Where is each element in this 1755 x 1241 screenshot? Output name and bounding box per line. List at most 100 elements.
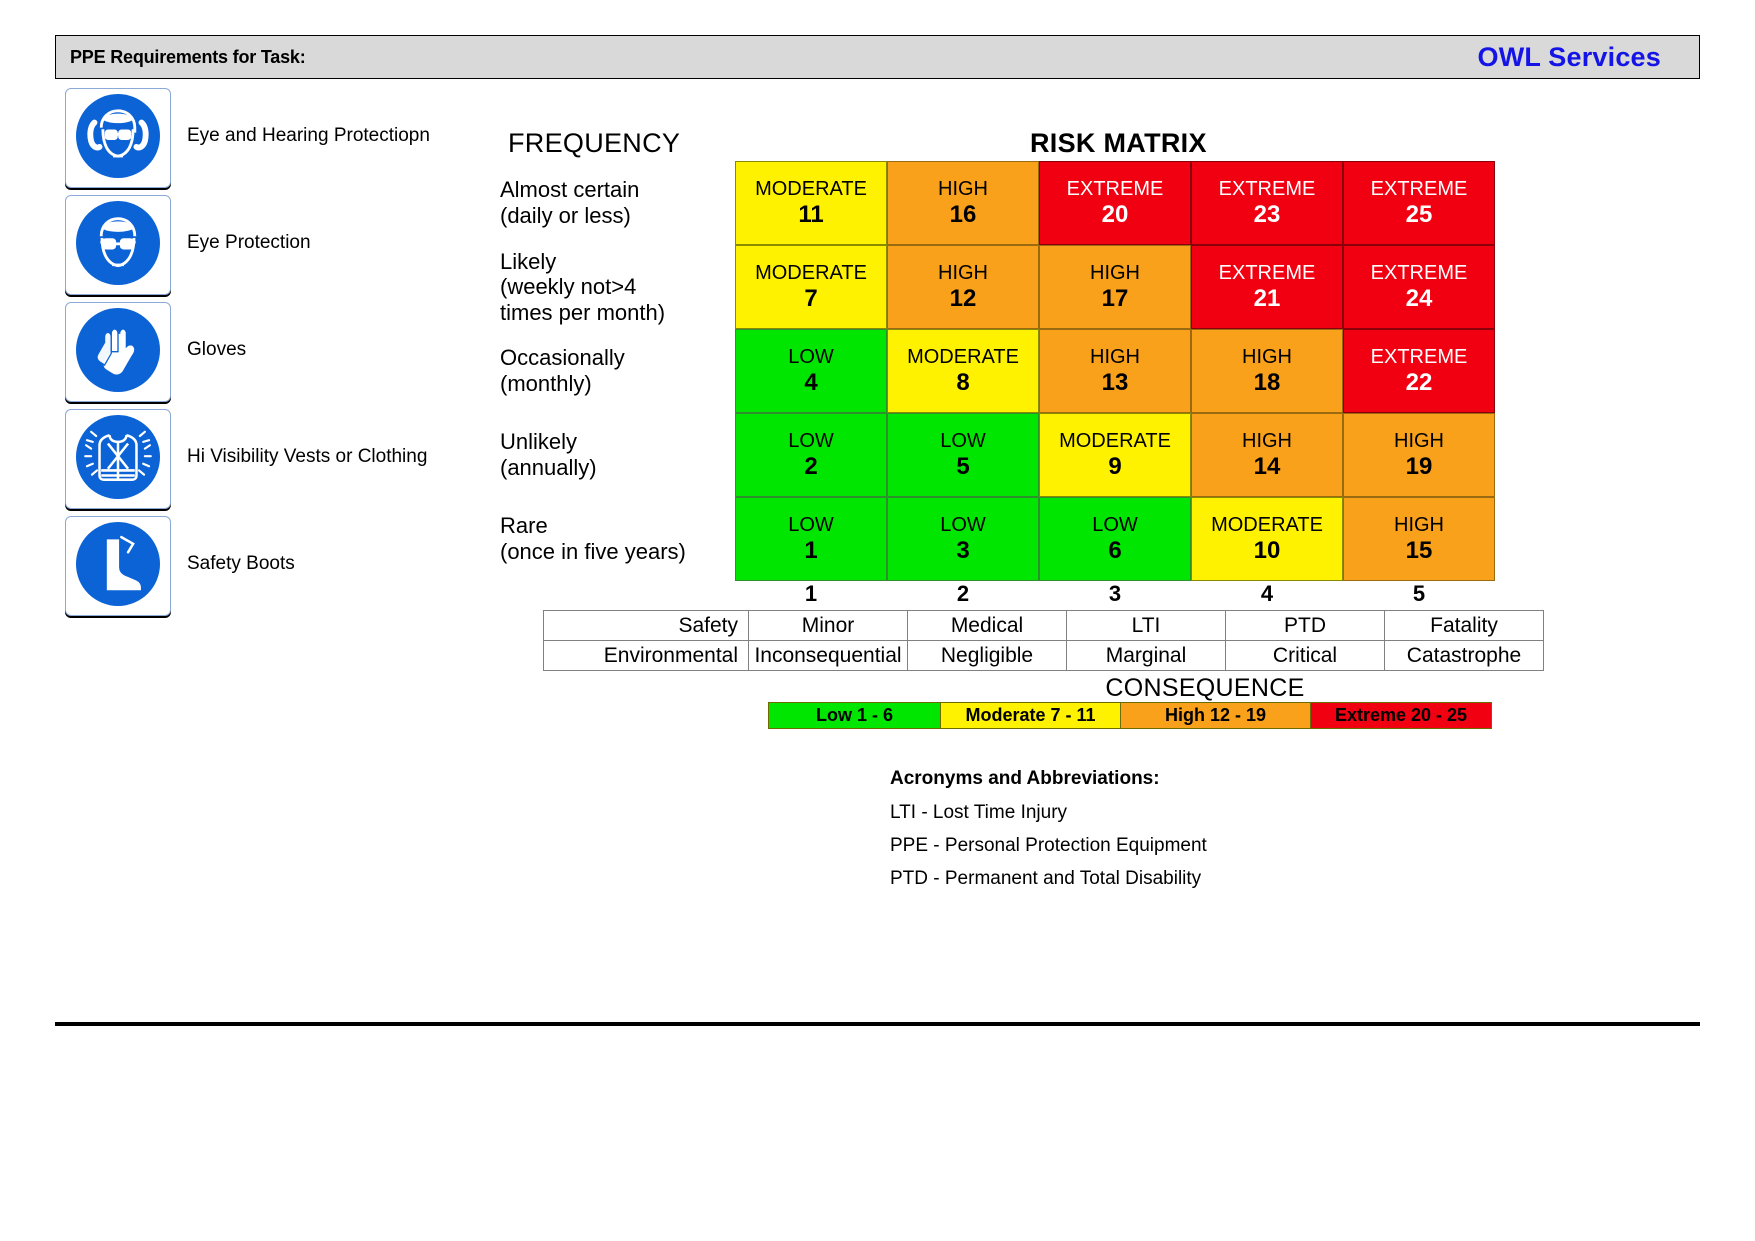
consequence-cell-r1-c3: LTI <box>1066 610 1226 641</box>
frequency-label-sub: (once in five years) <box>500 539 686 564</box>
risk-cell-score: 20 <box>1101 200 1129 228</box>
ppe-item-4[interactable]: Hi Visibility Vests or Clothing <box>65 409 485 516</box>
risk-cell-r5-c1[interactable]: LOW 1 <box>735 497 887 581</box>
acronyms-section: Acronyms and Abbreviations: LTI - Lost T… <box>890 768 1207 901</box>
risk-cell-score: 2 <box>804 452 818 480</box>
risk-cell-level: LOW <box>940 429 986 452</box>
risk-cell-level: MODERATE <box>755 261 867 284</box>
acronym-line-1: LTI - Lost Time Injury <box>890 802 1068 823</box>
risk-cell-r4-c4[interactable]: HIGH 14 <box>1191 413 1343 497</box>
risk-cell-level: HIGH <box>1090 261 1140 284</box>
frequency-label-main: Rare <box>500 513 548 539</box>
consequence-number-spacer <box>500 581 735 611</box>
risk-cell-score: 10 <box>1253 536 1281 564</box>
risk-cell-score: 9 <box>1108 452 1122 480</box>
ppe-item-2[interactable]: Eye Protection <box>65 195 485 302</box>
risk-cell-level: HIGH <box>1394 429 1444 452</box>
eye-protection-icon <box>76 200 160 290</box>
risk-cell-score: 17 <box>1101 284 1129 312</box>
acronym-line-3: PTD - Permanent and Total Disability <box>890 868 1202 889</box>
risk-cell-score: 11 <box>798 200 824 228</box>
risk-cell-level: HIGH <box>1394 513 1444 536</box>
risk-cell-r1-c5[interactable]: EXTREME 25 <box>1343 161 1495 245</box>
consequence-descriptor-table: Safety Minor Medical LTI PTD Fatality Environm… <box>543 610 1544 671</box>
frequency-label-sub: times per month) <box>500 299 666 325</box>
acronyms-title: Acronyms and Abbreviations: <box>890 768 1160 789</box>
ppe-icon-box <box>65 302 171 402</box>
consequence-cell-r1-c1: Minor <box>748 610 908 641</box>
consequence-cell-r1-c2: Medical <box>907 610 1067 641</box>
risk-cell-r2-c5[interactable]: EXTREME 24 <box>1343 245 1495 329</box>
ppe-item-1[interactable]: Eye and Hearing Protectiopn <box>65 88 485 195</box>
risk-cell-score: 4 <box>804 368 818 396</box>
consequence-cell-r2-c3: Marginal <box>1066 640 1226 671</box>
frequency-row-label-5: Rare (once in five years) <box>500 497 735 581</box>
acronym-line-2: PPE - Personal Protection Equipment <box>890 835 1207 856</box>
consequence-cell-r1-c4: PTD <box>1225 610 1385 641</box>
risk-cell-r2-c4[interactable]: EXTREME 21 <box>1191 245 1343 329</box>
frequency-label-sub: (monthly) <box>500 371 592 396</box>
frequency-row-label-1: Almost certain (daily or less) <box>500 161 735 245</box>
risk-cell-r4-c2[interactable]: LOW 5 <box>887 413 1039 497</box>
gloves-icon <box>76 307 160 397</box>
risk-cell-level: LOW <box>788 345 834 368</box>
risk-cell-score: 3 <box>956 536 970 564</box>
frequency-axis-title: FREQUENCY <box>508 128 681 158</box>
risk-cell-level: EXTREME <box>1218 261 1316 284</box>
risk-cell-r3-c2[interactable]: MODERATE 8 <box>887 329 1039 413</box>
risk-cell-r5-c3[interactable]: LOW 6 <box>1039 497 1191 581</box>
risk-cell-r2-c3[interactable]: HIGH 17 <box>1039 245 1191 329</box>
risk-cell-score: 12 <box>949 284 977 312</box>
risk-cell-r3-c4[interactable]: HIGH 18 <box>1191 329 1343 413</box>
risk-cell-level: LOW <box>788 513 834 536</box>
consequence-table-row-1: Safety Minor Medical LTI PTD Fatality <box>543 610 1544 641</box>
risk-cell-r1-c3[interactable]: EXTREME 20 <box>1039 161 1191 245</box>
ppe-item-3[interactable]: Gloves <box>65 302 485 409</box>
risk-cell-score: 18 <box>1253 368 1281 396</box>
risk-cell-score: 21 <box>1253 284 1281 312</box>
risk-cell-r3-c5[interactable]: EXTREME 22 <box>1343 329 1495 413</box>
ppe-item-label: Safety Boots <box>187 553 295 574</box>
risk-cell-r1-c1[interactable]: MODERATE 11 <box>735 161 887 245</box>
ppe-icon-box <box>65 195 171 295</box>
risk-cell-r3-c3[interactable]: HIGH 13 <box>1039 329 1191 413</box>
safety-boots-icon <box>76 521 160 611</box>
risk-cell-r5-c5[interactable]: HIGH 15 <box>1343 497 1495 581</box>
risk-cell-score: 8 <box>956 368 970 396</box>
risk-cell-r5-c4[interactable]: MODERATE 10 <box>1191 497 1343 581</box>
risk-cell-r4-c1[interactable]: LOW 2 <box>735 413 887 497</box>
risk-legend-bar: Low 1 - 6 Moderate 7 - 11 High 12 - 19 Extr… <box>768 702 1492 729</box>
consequence-cell-r2-c1: Inconsequential <box>748 640 908 671</box>
ppe-item-5[interactable]: Safety Boots <box>65 516 485 623</box>
risk-cell-r2-c1[interactable]: MODERATE 7 <box>735 245 887 329</box>
risk-cell-level: LOW <box>1092 513 1138 536</box>
risk-cell-level: MODERATE <box>1059 429 1171 452</box>
frequency-label-main: Unlikely <box>500 429 578 455</box>
risk-cell-level: HIGH <box>1242 345 1292 368</box>
frequency-label-sub: (daily or less) <box>500 203 631 228</box>
consequence-number-3: 3 <box>1108 581 1122 606</box>
risk-cell-r1-c2[interactable]: HIGH 16 <box>887 161 1039 245</box>
risk-cell-score: 25 <box>1405 200 1433 228</box>
company-logo: OWL Services <box>1477 41 1661 72</box>
risk-cell-r2-c2[interactable]: HIGH 12 <box>887 245 1039 329</box>
page-header-bar: PPE Requirements for Task: OWL Services <box>55 35 1700 79</box>
consequence-number-4: 4 <box>1260 581 1274 606</box>
ppe-item-label: Hi Visibility Vests or Clothing <box>187 446 428 467</box>
risk-cell-r4-c3[interactable]: MODERATE 9 <box>1039 413 1191 497</box>
risk-cell-score: 15 <box>1405 536 1433 564</box>
consequence-axis-title: CONSEQUENCE <box>1105 674 1305 702</box>
risk-cell-score: 22 <box>1405 368 1433 396</box>
consequence-row-header: Safety <box>543 610 749 641</box>
legend-segment-3: High 12 - 19 <box>1121 703 1311 728</box>
consequence-row-header: Environmental <box>543 640 749 671</box>
ppe-item-label: Eye Protection <box>187 232 311 253</box>
consequence-cell-r2-c5: Catastrophe <box>1384 640 1544 671</box>
risk-cell-score: 24 <box>1405 284 1433 312</box>
risk-cell-score: 7 <box>804 284 818 312</box>
risk-cell-r5-c2[interactable]: LOW 3 <box>887 497 1039 581</box>
risk-cell-r4-c5[interactable]: HIGH 19 <box>1343 413 1495 497</box>
risk-cell-r1-c4[interactable]: EXTREME 23 <box>1191 161 1343 245</box>
risk-cell-r3-c1[interactable]: LOW 4 <box>735 329 887 413</box>
ppe-item-label: Eye and Hearing Protectiopn <box>187 125 430 146</box>
